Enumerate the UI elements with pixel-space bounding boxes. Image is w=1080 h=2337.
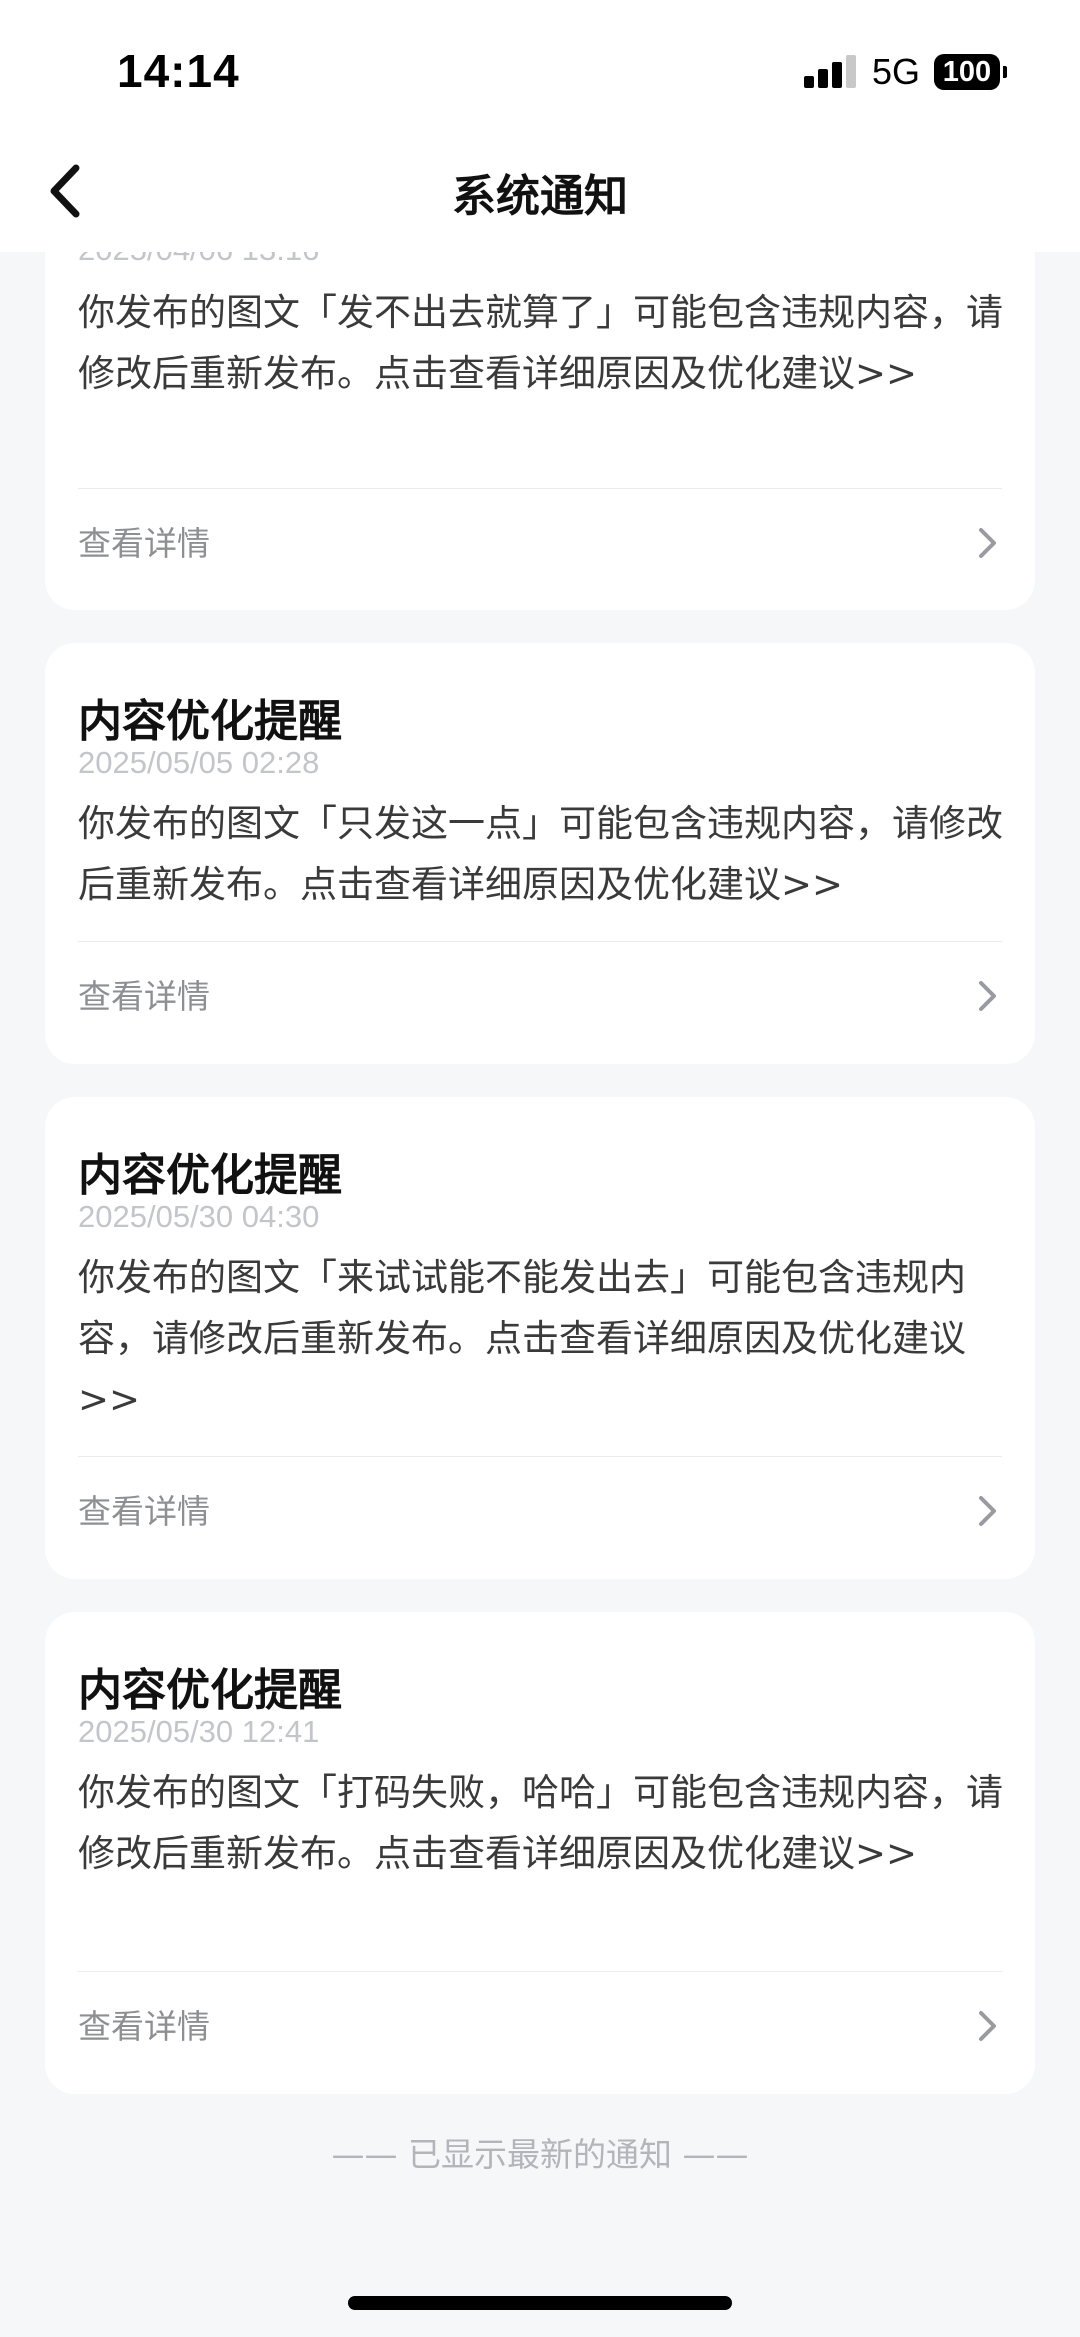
chevron-right-icon: [979, 2011, 996, 2041]
notification-card[interactable]: 内容优化提醒 2025/05/30 12:41 你发布的图文「打码失败，哈哈」可…: [45, 1612, 1035, 2094]
notification-body: 你发布的图文「打码失败，哈哈」可能包含违规内容，请修改后重新发布。点击查看详细原…: [78, 1771, 1003, 1875]
view-details-button[interactable]: 查看详情: [45, 942, 1035, 1052]
view-details-button[interactable]: 查看详情: [45, 1457, 1035, 1567]
cellular-signal-icon: [803, 55, 856, 88]
notification-title: 内容优化提醒: [78, 696, 342, 747]
view-details-label: 查看详情: [78, 2007, 210, 2046]
notification-card[interactable]: 内容优化提醒 2025/05/05 02:28 你发布的图文「只发这一点」可能包…: [45, 643, 1035, 1064]
battery-icon: 100: [934, 54, 1007, 90]
end-of-list-note: —— 已显示最新的通知 ——: [331, 2135, 749, 2174]
notification-time: 2025/05/05 02:28: [78, 745, 320, 780]
page-title: 系统通知: [452, 171, 628, 222]
view-details-button[interactable]: 查看详情: [45, 1972, 1035, 2082]
view-details-label: 查看详情: [78, 977, 210, 1016]
network-type: 5G: [871, 51, 920, 92]
notification-title: 内容优化提醒: [78, 1665, 342, 1716]
status-indicators: 5G 100: [803, 51, 1007, 92]
view-details-label: 查看详情: [78, 1492, 210, 1531]
status-time: 14:14: [117, 45, 240, 97]
battery-level: 100: [934, 54, 1000, 90]
chevron-right-icon: [979, 528, 996, 558]
home-indicator[interactable]: [348, 2296, 732, 2310]
battery-cap: [1003, 66, 1007, 78]
chevron-right-icon: [979, 981, 996, 1011]
notification-body: 你发布的图文「发不出去就算了」可能包含违规内容，请修改后重新发布。点击查看详细原…: [78, 291, 1003, 395]
notification-time: 2025/05/30 04:30: [78, 1199, 320, 1234]
notification-body: 你发布的图文「只发这一点」可能包含违规内容，请修改后重新发布。点击查看详细原因及…: [78, 802, 1003, 906]
notification-list: 2025/04/06 13:16 你发布的图文「发不出去就算了」可能包含违规内容…: [0, 0, 1080, 2337]
navigation-bar: 系统通知: [0, 130, 1080, 252]
view-details-label: 查看详情: [78, 524, 210, 563]
status-bar: 14:14 5G 100: [0, 0, 1080, 130]
notification-body: 你发布的图文「来试试能不能发出去」可能包含违规内容，请修改后重新发布。点击查看详…: [78, 1256, 966, 1421]
notification-card[interactable]: 内容优化提醒 2025/05/30 04:30 你发布的图文「来试试能不能发出去…: [45, 1097, 1035, 1579]
notification-time: 2025/05/30 12:41: [78, 1714, 320, 1749]
view-details-button[interactable]: 查看详情: [45, 489, 1035, 599]
chevron-right-icon: [979, 1496, 996, 1526]
notification-title: 内容优化提醒: [78, 1150, 342, 1201]
